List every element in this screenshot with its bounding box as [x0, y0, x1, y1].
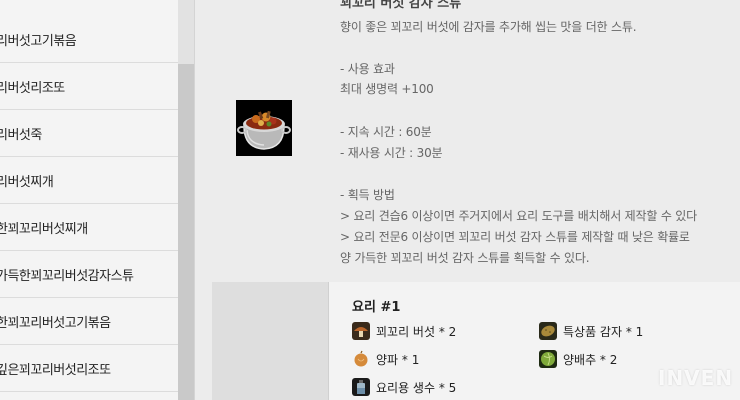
list-item[interactable]: 깊은꾀꼬리버섯리조또: [0, 345, 178, 392]
list-item[interactable]: 한꾀꼬리버섯고기볶음: [0, 298, 178, 345]
ingredient-label: 양배추 * 2: [563, 352, 618, 367]
ingredient-item[interactable]: 요리용 생수 * 5: [352, 376, 456, 398]
stew-pot-icon: [236, 100, 292, 156]
recipe-list: 리버섯고기볶음 리버섯리조또 리버섯죽 리버섯찌개 한꾀꼬리버섯찌개 가득한꾀꼬…: [0, 0, 178, 400]
item-title: 꾀꼬리 버섯 감자 스튜: [340, 0, 462, 11]
list-item-label: 한꾀꼬리버섯찌개: [0, 221, 88, 237]
list-item[interactable]: 한꾀꼬리버섯찌개: [0, 204, 178, 251]
potato-icon: [539, 322, 557, 340]
mushroom-icon: [352, 322, 370, 340]
acquire-line-3: 양 가득한 꾀꼬리 버섯 감자 스튜를 획득할 수 있다.: [340, 251, 590, 265]
list-item-label: 리버섯찌개: [0, 174, 54, 190]
list-item-label: 리버섯리조또: [0, 80, 65, 96]
list-item[interactable]: 리버섯리조또: [0, 63, 178, 110]
effect-value: 최대 생명력 +100: [340, 82, 434, 96]
acquire-line-1: > 요리 견습6 이상이면 주거지에서 요리 도구를 배치해서 제작할 수 있다: [340, 209, 697, 223]
acquire-line-2: > 요리 전문6 이상이면 꾀꼬리 버섯 감자 스튜를 제작할 때 낮은 확률로: [340, 230, 690, 244]
ingredient-label: 요리용 생수 * 5: [376, 380, 457, 395]
list-item-label: 한꾀꼬리버섯고기볶음: [0, 315, 111, 331]
list-item-label: 깊은꾀꼬리버섯리조또: [0, 362, 111, 378]
cabbage-icon: [539, 350, 557, 368]
ingredient-item[interactable]: 특상품 감자 * 1: [539, 320, 643, 342]
ingredient-item[interactable]: 꾀꼬리 버섯 * 2: [352, 320, 456, 342]
duration-text: - 지속 시간 : 60분: [340, 125, 432, 139]
list-item-label: 가득한꾀꼬리버섯감자스튜: [0, 268, 134, 284]
list-item[interactable]: 리버섯죽: [0, 110, 178, 157]
inven-watermark: INVEN: [658, 366, 734, 390]
scrollbar-thumb[interactable]: [178, 64, 194, 400]
list-item[interactable]: 가득한꾀꼬리버섯감자스튜: [0, 251, 178, 298]
list-item-label: 리버섯죽: [0, 127, 42, 143]
recipe-title: 요리 #1: [352, 300, 401, 315]
recipe-label-cell: [212, 282, 328, 400]
item-description: 향이 좋은 꾀꼬리 버섯에 감자를 추가해 씹는 맛을 더한 스튜.: [340, 20, 637, 34]
cooldown-text: - 재사용 시간 : 30분: [340, 146, 443, 160]
list-item[interactable]: 리버섯찌개: [0, 157, 178, 204]
ingredient-item[interactable]: 양파 * 1: [352, 348, 419, 370]
ingredient-label: 양파 * 1: [376, 352, 420, 367]
list-item[interactable]: 리버섯고기볶음: [0, 16, 178, 63]
ingredient-label: 특상품 감자 * 1: [563, 324, 644, 339]
ingredient-label: 꾀꼬리 버섯 * 2: [376, 324, 457, 339]
acquire-heading: - 획득 방법: [340, 188, 395, 202]
effect-heading: - 사용 효과: [340, 62, 395, 76]
onion-icon: [352, 350, 370, 368]
ingredient-item[interactable]: 양배추 * 2: [539, 348, 617, 370]
list-item-label: 리버섯고기볶음: [0, 33, 77, 49]
water-bottle-icon: [352, 378, 370, 396]
